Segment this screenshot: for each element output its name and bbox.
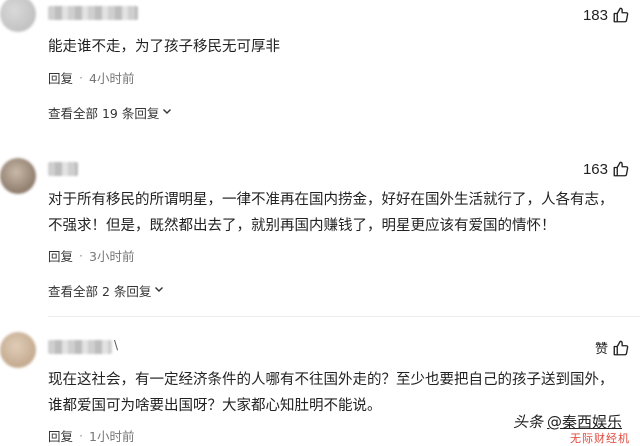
- watermark-account: @秦西娱乐: [546, 413, 622, 431]
- like-button[interactable]: 赞: [595, 338, 630, 357]
- timestamp: 3小时前: [89, 249, 135, 264]
- chevron-down-icon: [161, 105, 173, 120]
- separator-dot: ·: [79, 428, 83, 443]
- thumbs-up-icon: [612, 6, 630, 24]
- like-count: 163: [582, 160, 608, 178]
- separator-dot: ·: [79, 70, 83, 85]
- comment-meta: 回复 · 4小时前: [48, 68, 134, 87]
- reply-button[interactable]: 回复: [48, 68, 73, 87]
- avatar[interactable]: [0, 158, 36, 194]
- reply-button[interactable]: 回复: [48, 246, 73, 265]
- comment-text: 能走谁不走，为了孩子移民无可厚非: [48, 39, 280, 55]
- view-all-replies-button[interactable]: 查看全部 2 条回复: [48, 281, 165, 300]
- watermark-sub: 无际财经机: [570, 432, 630, 445]
- thumbs-up-icon: [612, 339, 630, 357]
- thumbs-up-icon: [612, 160, 630, 178]
- avatar[interactable]: [0, 332, 36, 368]
- username-redacted[interactable]: [48, 162, 78, 176]
- separator-dot: ·: [79, 248, 83, 263]
- timestamp: 1小时前: [89, 429, 135, 444]
- view-all-replies-button[interactable]: 查看全部 19 条回复: [48, 103, 173, 122]
- like-label: 赞: [594, 341, 608, 356]
- comment-meta: 回复 · 3小时前: [48, 246, 134, 265]
- chevron-down-icon: [153, 283, 165, 298]
- timestamp: 4小时前: [89, 71, 135, 86]
- reply-button[interactable]: 回复: [48, 426, 73, 445]
- like-button[interactable]: 163: [583, 160, 630, 178]
- divider: [48, 316, 640, 317]
- avatar[interactable]: [0, 0, 36, 32]
- comment-meta: 回复 · 1小时前: [48, 426, 134, 445]
- like-count: 183: [582, 6, 608, 24]
- comment-text: 对于所有移民的所谓明星，一律不准再在国内捞金，好好在国外生活就行了，人各有志，不…: [48, 192, 614, 234]
- username-redacted[interactable]: [48, 340, 112, 354]
- username-redacted[interactable]: [48, 6, 138, 20]
- watermark-brand: 头条: [512, 413, 543, 431]
- view-all-label: 查看全部 19 条回复: [48, 106, 160, 121]
- watermark: 头条 @秦西娱乐: [513, 411, 622, 432]
- like-button[interactable]: 183: [583, 6, 630, 24]
- username-tail: \: [114, 338, 119, 352]
- view-all-label: 查看全部 2 条回复: [48, 284, 152, 299]
